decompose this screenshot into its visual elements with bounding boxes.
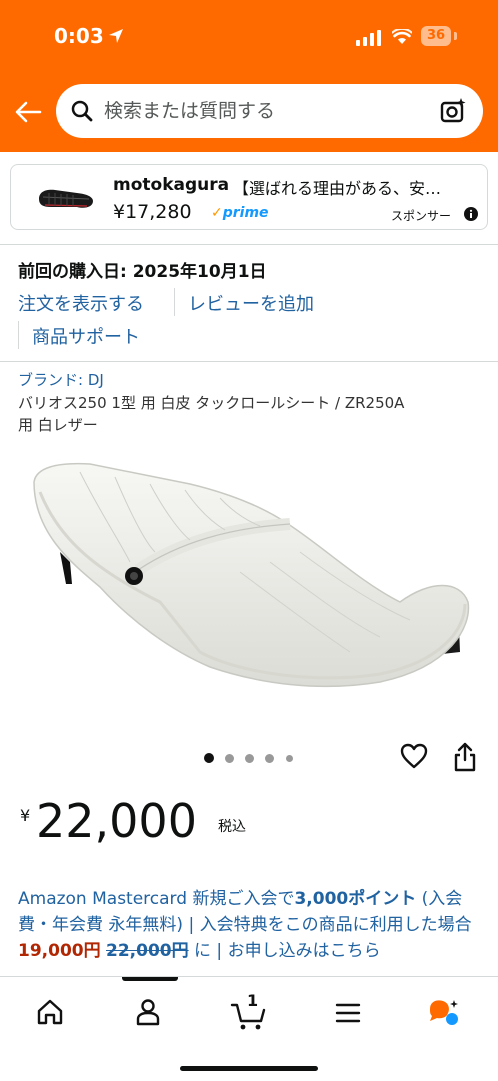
product-price: 22,000 [36, 794, 197, 848]
link-separator [18, 321, 19, 349]
nav-account[interactable] [118, 991, 178, 1035]
app-header: 0:03 36 [0, 0, 498, 152]
tax-included-label: 税込 [218, 819, 246, 835]
price-currency: ¥ [20, 806, 31, 825]
product-image[interactable] [20, 452, 480, 702]
sponsored-product-card[interactable]: motokagura 【選ばれる理由がある、安… ¥17,280 ✓prime … [10, 164, 488, 230]
nav-menu[interactable] [318, 991, 378, 1035]
promo-discount-price: 19,000円 [18, 941, 101, 961]
prime-label: prime [222, 205, 269, 221]
product-support-link[interactable]: 商品サポート [32, 323, 140, 349]
info-icon[interactable] [464, 207, 478, 221]
sponsored-price: ¥17,280 [113, 201, 192, 223]
battery-tip [454, 32, 457, 40]
divider [0, 244, 498, 245]
brand-link[interactable]: ブランド: DJ [18, 369, 104, 390]
nav-cart[interactable]: 1 [220, 991, 280, 1035]
promo-text: に | お申し込みはこちら [188, 941, 381, 961]
active-tab-indicator [122, 977, 178, 981]
rufus-chat-icon [430, 1000, 458, 1025]
link-separator [174, 288, 175, 316]
prime-badge: ✓prime [211, 205, 269, 221]
promo-text: Amazon Mastercard 新規ご入会で [18, 889, 295, 909]
carousel-dot[interactable] [225, 754, 234, 763]
cellular-signal-icon [356, 30, 381, 46]
carousel-dot[interactable] [265, 754, 274, 763]
prime-check-icon: ✓ [211, 205, 223, 221]
back-arrow-icon[interactable] [14, 100, 42, 124]
battery-indicator: 36 [421, 26, 451, 46]
view-order-link[interactable]: 注文を表示する [18, 290, 144, 316]
heart-icon[interactable] [400, 743, 428, 769]
search-bar[interactable] [56, 84, 483, 138]
sponsored-description: 【選ばれる理由がある、安… [233, 179, 442, 198]
menu-icon [335, 1003, 361, 1023]
nav-rufus[interactable] [416, 991, 476, 1035]
wifi-icon [392, 29, 412, 44]
account-icon [136, 999, 160, 1026]
add-review-link[interactable]: レビューを追加 [188, 290, 314, 316]
carousel-dot[interactable] [245, 754, 254, 763]
status-bar: 0:03 36 [0, 0, 498, 72]
promo-original-price: 22,000円 [106, 941, 189, 961]
sponsored-label: スポンサー [391, 209, 452, 223]
cart-count-badge: 1 [247, 991, 259, 1010]
promo-points: 3,000ポイント [294, 889, 417, 909]
camera-search-icon[interactable] [440, 97, 468, 125]
search-icon [71, 100, 93, 122]
nav-home[interactable] [20, 991, 80, 1035]
share-icon[interactable] [453, 742, 477, 772]
product-title: バリオス250 1型 用 白皮 タックロールシート / ZR250A 用 白レザ… [18, 394, 405, 434]
search-input[interactable] [104, 94, 424, 128]
last-purchase-date: 前回の購入日: 2025年10月1日 [18, 262, 267, 282]
home-icon [37, 999, 63, 1025]
carousel-dot[interactable] [286, 755, 293, 762]
home-indicator-bar [180, 1066, 318, 1071]
sponsored-brand: motokagura [113, 175, 230, 195]
carousel-dot-active[interactable] [204, 753, 214, 763]
mastercard-promo-link[interactable]: Amazon Mastercard 新規ご入会で3,000ポイント (入会費・年… [18, 886, 480, 976]
location-arrow-icon [109, 29, 123, 43]
sponsored-product-image [39, 189, 93, 208]
status-time: 0:03 [54, 24, 104, 48]
divider [0, 361, 498, 362]
